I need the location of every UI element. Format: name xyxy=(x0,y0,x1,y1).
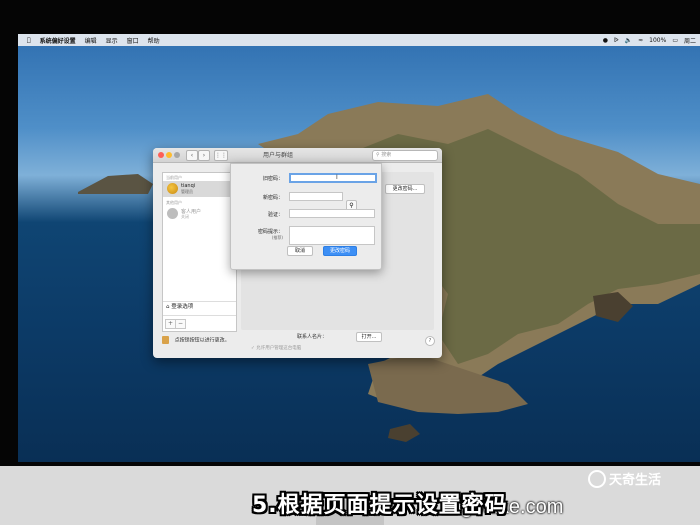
menu-help[interactable]: 帮助 xyxy=(148,36,160,45)
zoom-button[interactable] xyxy=(174,152,180,158)
parental-controls-option[interactable]: ✓ 允许用户管理这台电脑 xyxy=(251,345,301,351)
user-role: 管理员 xyxy=(181,189,193,194)
parental-controls-label: 允许用户管理这台电脑 xyxy=(256,346,302,351)
old-password-label: 旧密码： xyxy=(262,176,283,182)
minimize-button[interactable] xyxy=(166,152,172,158)
tutorial-caption: 5.根据页面提示设置密码 xyxy=(252,493,508,518)
lock-area[interactable]: 点按锁按钮以进行更改。 xyxy=(162,336,230,344)
new-password-label: 新密码： xyxy=(262,195,283,201)
battery-percent[interactable]: 100% xyxy=(649,37,666,44)
close-button[interactable] xyxy=(158,152,164,158)
desktop-screen:  系统偏好设置 编辑 显示 窗口 帮助 ● ᐉ 🔈 ≈ 100% ▭ 周二 ‹ xyxy=(18,34,700,462)
hint-label: 密码提示： xyxy=(257,229,283,235)
search-field[interactable]: ⚲ 搜索 xyxy=(372,150,438,161)
show-all-button[interactable]: ⋮⋮ xyxy=(214,150,228,161)
house-icon: ⌂ xyxy=(166,304,170,310)
verify-label: 验证： xyxy=(267,212,283,218)
remove-user-button[interactable]: − xyxy=(175,319,186,329)
user-row-guest[interactable]: 客人用户 关闭 xyxy=(163,206,236,222)
back-button[interactable]: ‹ xyxy=(186,150,198,161)
checkmark-icon: ✓ xyxy=(251,346,255,351)
menu-window[interactable]: 窗口 xyxy=(127,36,139,45)
apple-icon[interactable]:  xyxy=(27,37,31,44)
cancel-button[interactable]: 取消 xyxy=(287,246,313,256)
lock-icon[interactable] xyxy=(162,336,169,344)
text-cursor-icon: I xyxy=(336,174,338,181)
guest-role: 关闭 xyxy=(181,214,189,219)
lock-text: 点按锁按钮以进行更改。 xyxy=(174,337,230,344)
menu-app-name[interactable]: 系统偏好设置 xyxy=(40,36,76,45)
password-hint-field[interactable] xyxy=(289,226,375,245)
control-icon[interactable]: ● xyxy=(603,37,608,44)
search-icon: ⚲ xyxy=(376,152,380,158)
key-icon: ⚲ xyxy=(349,202,354,209)
watermark-logo: 天奇生活 xyxy=(588,469,661,488)
menu-edit[interactable]: 编辑 xyxy=(85,36,97,45)
grid-icon: ⋮⋮ xyxy=(215,152,227,159)
volume-icon[interactable]: 🔈 xyxy=(625,37,632,44)
watermark-name: 天奇生活 xyxy=(609,473,662,488)
battery-icon[interactable]: ▭ xyxy=(672,37,678,44)
wifi-icon[interactable]: ≈ xyxy=(638,37,643,44)
forward-button[interactable]: › xyxy=(198,150,210,161)
menu-clock[interactable]: 周二 xyxy=(684,36,696,45)
verify-field[interactable] xyxy=(289,209,375,218)
login-options-item[interactable]: ⌂ 登录选项 xyxy=(163,301,236,314)
avatar xyxy=(167,183,178,194)
users-sidebar: 当前用户 tianqi 管理员 其他用户 客人用户 关闭 ⌂ 登录选项 + − xyxy=(162,172,237,332)
change-password-button[interactable]: 更改密码... xyxy=(385,184,425,194)
guest-avatar xyxy=(167,208,178,219)
chevron-left-icon: ‹ xyxy=(190,152,194,159)
window-title: 用户与群组 xyxy=(263,152,294,159)
search-placeholder: 搜索 xyxy=(381,152,392,158)
contact-card-label: 联系人名片： xyxy=(297,334,328,340)
open-contact-button[interactable]: 打开... xyxy=(356,332,382,342)
new-password-field[interactable] xyxy=(289,192,343,201)
window-titlebar[interactable]: ‹ › ⋮⋮ 用户与群组 ⚲ 搜索 xyxy=(153,148,442,163)
menu-bar:  系统偏好设置 编辑 显示 窗口 帮助 ● ᐉ 🔈 ≈ 100% ▭ 周二 xyxy=(18,34,700,46)
menu-extras: ● ᐉ 🔈 ≈ 100% ▭ 周二 xyxy=(603,34,696,46)
login-options-label: 登录选项 xyxy=(171,304,194,310)
sidebar-buttons: + − xyxy=(163,315,236,330)
hint-sublabel: (推荐) xyxy=(271,235,283,240)
chevron-right-icon: › xyxy=(202,152,206,159)
help-button[interactable]: ? xyxy=(425,336,435,346)
confirm-change-password-button[interactable]: 更改密码 xyxy=(323,246,357,256)
watermark-icon xyxy=(588,469,606,488)
change-password-sheet: 旧密码： I 新密码： ⚲ 验证： 密码提示： (推荐) 取消 更改密码 xyxy=(230,163,382,270)
old-password-field[interactable]: I xyxy=(289,173,377,183)
menu-view[interactable]: 显示 xyxy=(106,36,118,45)
monitor-bezel:  系统偏好设置 编辑 显示 窗口 帮助 ● ᐉ 🔈 ≈ 100% ▭ 周二 ‹ xyxy=(0,0,700,525)
user-row-tianqi[interactable]: tianqi 管理员 xyxy=(163,181,236,197)
bluetooth-icon[interactable]: ᐉ xyxy=(614,37,619,44)
